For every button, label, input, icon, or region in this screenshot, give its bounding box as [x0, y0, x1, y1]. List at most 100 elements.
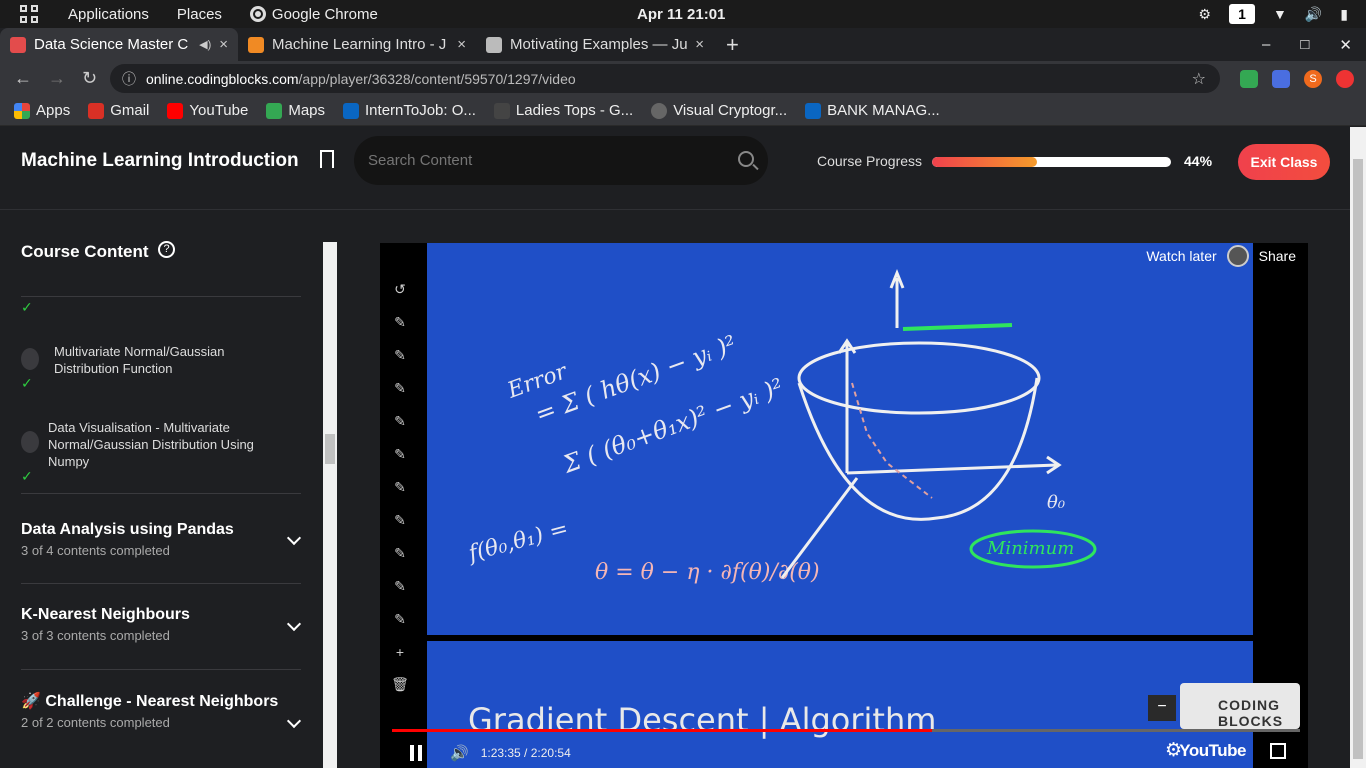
divider [21, 583, 301, 584]
profile-avatar[interactable]: S [1304, 69, 1322, 88]
exit-class-button[interactable]: Exit Class [1238, 144, 1330, 180]
bookmark-maps[interactable]: Maps [266, 102, 325, 119]
volume-icon[interactable]: 🔊 [1305, 6, 1322, 23]
codingblocks-favicon-icon [10, 36, 26, 53]
bookmark-label: BANK MANAG... [827, 102, 940, 119]
check-icon: ✓ [21, 375, 33, 391]
chrome-icon [249, 6, 266, 22]
tab-close-button[interactable]: × [695, 36, 704, 53]
new-tab-button[interactable]: + [726, 32, 739, 58]
add-icon: + [395, 644, 405, 660]
tab-motivating-examples[interactable]: Motivating Examples — Ju × [476, 28, 714, 61]
fullscreen-icon[interactable] [1270, 743, 1286, 759]
watch-later-button[interactable]: Watch later [1146, 248, 1216, 264]
progress-label: Course Progress [817, 153, 923, 169]
tab-close-button[interactable]: × [219, 36, 228, 53]
divider [21, 296, 301, 297]
lesson-data-visualisation[interactable]: Data Visualisation - Multivariate Normal… [48, 419, 288, 470]
board-minimum-label: Minimum [986, 538, 1074, 559]
volume-icon[interactable]: 🔊 [450, 744, 469, 762]
page-scrollbar[interactable] [1350, 127, 1366, 768]
search-icon[interactable] [738, 151, 754, 167]
check-icon: ✓ [21, 299, 33, 315]
wifi-icon[interactable]: ▼ [1273, 6, 1287, 22]
battery-icon[interactable]: ▮ [1340, 6, 1348, 23]
bookmark-visual-crypto[interactable]: Visual Cryptogr... [651, 102, 787, 119]
applications-menu[interactable]: Applications [68, 6, 149, 23]
gmail-icon [88, 102, 105, 119]
tab-machine-learning[interactable]: Machine Learning Intro - J × [238, 28, 476, 61]
bookmark-ladies-tops[interactable]: Ladies Tops - G... [493, 102, 633, 119]
tab-data-science[interactable]: Data Science Master C ◀) × [0, 28, 238, 61]
whiteboard-toolbar: ↺ ✎ ✎ ✎ ✎ ✎ ✎ ✎ ✎ ✎ ✎ + 🗑 [386, 263, 414, 743]
scroll-thumb[interactable] [325, 434, 335, 464]
collapse-button[interactable]: − [1148, 695, 1176, 721]
video-player[interactable]: ↺ ✎ ✎ ✎ ✎ ✎ ✎ ✎ ✎ ✎ ✎ + 🗑 Error = Σ ( hθ… [380, 243, 1308, 768]
help-icon[interactable]: ? [158, 241, 175, 258]
extension-green-icon[interactable] [1240, 69, 1258, 88]
window-controls: – □ ✕ [1262, 28, 1352, 61]
progress-value: 44% [1184, 153, 1213, 169]
section-knn[interactable]: K-Nearest Neighbours 3 of 3 contents com… [21, 604, 281, 643]
update-icon[interactable] [1336, 69, 1354, 88]
extension-blue-icon[interactable] [1272, 69, 1290, 88]
seek-bar[interactable] [392, 729, 1300, 732]
workspace-indicator[interactable]: 1 [1228, 4, 1255, 24]
back-icon[interactable]: ← [14, 68, 34, 89]
search-input[interactable] [368, 152, 728, 169]
bookmark-label: InternToJob: O... [365, 102, 476, 119]
tab-close-button[interactable]: × [457, 36, 466, 53]
chevron-down-icon[interactable] [286, 530, 302, 546]
github-icon [651, 102, 668, 119]
bookmark-icon[interactable] [320, 150, 334, 168]
jupyter-favicon-icon [248, 36, 264, 53]
scroll-thumb[interactable] [1353, 159, 1363, 759]
divider [21, 493, 301, 494]
shop-icon [493, 102, 510, 119]
extensions-tray-icon[interactable]: ⚙ [1198, 6, 1211, 23]
bookmark-label: Apps [36, 102, 71, 119]
clock-icon[interactable] [1226, 245, 1249, 267]
share-button[interactable]: Share [1259, 248, 1296, 264]
section-progress: 2 of 2 contents completed [21, 715, 170, 730]
coding-blocks-logo: CODING BLOCKS [1180, 683, 1300, 729]
board-theta-b: θ₀ [1047, 492, 1065, 513]
chevron-down-icon[interactable] [286, 616, 302, 632]
bookmark-youtube[interactable]: YouTube [167, 102, 248, 119]
lesson-multivariate-normal[interactable]: Multivariate Normal/Gaussian Distributio… [54, 343, 274, 377]
close-window-button[interactable]: ✕ [1339, 36, 1352, 54]
audio-icon[interactable]: ◀) [199, 38, 211, 51]
forward-icon[interactable]: → [48, 68, 68, 89]
pause-button[interactable] [410, 744, 422, 761]
bookmark-apps[interactable]: Apps [14, 102, 70, 119]
pen-icon: ✎ [394, 545, 406, 561]
url-domain: online.codingblocks.com [146, 70, 299, 87]
section-challenge-nn[interactable]: 🚀 Challenge - Nearest Neighbors 2 of 2 c… [21, 691, 281, 730]
pen-icon: ✎ [394, 611, 406, 627]
tab-strip: Data Science Master C ◀) × Machine Learn… [0, 28, 1366, 61]
apps-grid-icon [14, 102, 30, 119]
address-bar[interactable]: ⓘ online.codingblocks.com/app/player/363… [110, 64, 1220, 93]
section-title: 🚀 Challenge - Nearest Neighbors [21, 693, 279, 710]
pen-icon: ✎ [394, 314, 406, 330]
system-tray: ⚙ 1 ▼ 🔊 ▮ [1198, 4, 1348, 24]
bookmark-gmail[interactable]: Gmail [88, 102, 149, 119]
bookmark-star-icon[interactable]: ☆ [1192, 69, 1206, 89]
clock[interactable]: Apr 11 21:01 [637, 6, 725, 23]
chrome-app-label: Google Chrome [271, 5, 378, 23]
bookmark-interntojob[interactable]: InternToJob: O... [343, 102, 476, 119]
minimize-button[interactable]: – [1262, 36, 1270, 53]
section-data-analysis-pandas[interactable]: Data Analysis using Pandas 3 of 4 conten… [21, 519, 281, 558]
apps-grid-icon[interactable] [20, 5, 38, 23]
chrome-app-menu[interactable]: Google Chrome [249, 5, 378, 23]
bookmark-bank[interactable]: BANK MANAG... [805, 102, 940, 119]
pen-icon: ✎ [394, 446, 406, 462]
maximize-button[interactable]: □ [1300, 36, 1309, 53]
whiteboard: Error = Σ ( hθ(x) − yᵢ )² Σ ( (θ₀+θ₁x)² … [427, 243, 1253, 635]
places-menu[interactable]: Places [177, 6, 222, 23]
youtube-logo[interactable]: YouTube [1179, 741, 1246, 761]
reload-icon[interactable]: ↻ [82, 68, 102, 89]
sidebar-scrollbar[interactable] [323, 242, 337, 768]
site-info-icon[interactable]: ⓘ [122, 69, 136, 89]
chevron-down-icon[interactable] [286, 713, 302, 729]
